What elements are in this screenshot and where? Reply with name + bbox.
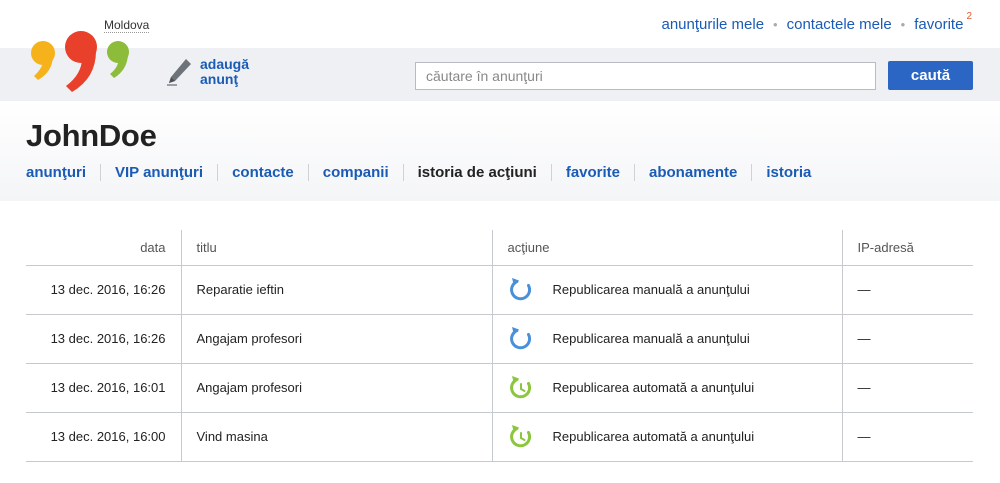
profile-tabs: anunţuri VIP anunţuri contacte companii …	[26, 164, 825, 181]
my-contacts-link[interactable]: contactele mele	[787, 16, 892, 33]
row-date: 13 dec. 2016, 16:00	[26, 412, 181, 462]
row-ip: —	[841, 314, 973, 364]
separator-dot: •	[900, 17, 906, 32]
page-title: JohnDoe	[26, 118, 157, 153]
table-header-row: data titlu acţiune IP-adresă	[26, 230, 973, 266]
auto-refresh-icon	[509, 424, 531, 447]
row-date: 13 dec. 2016, 16:26	[26, 265, 181, 315]
table-row: 13 dec. 2016, 16:01 Angajam profesori Re…	[26, 363, 973, 413]
favorites-link[interactable]: favorite	[914, 16, 963, 33]
column-header-title: titlu	[180, 230, 492, 266]
row-title: Angajam profesori	[180, 363, 492, 413]
column-header-date: data	[26, 230, 181, 266]
favorites-count-badge: 2	[966, 11, 972, 22]
table-row: 13 dec. 2016, 16:00 Vind masina Republic…	[26, 412, 973, 462]
tab-companies[interactable]: companii	[307, 164, 403, 181]
logo-green-quote-icon	[107, 41, 129, 78]
table-row: 13 dec. 2016, 16:26 Angajam profesori Re…	[26, 314, 973, 364]
add-ad-button[interactable]: adaugă anunţ	[166, 57, 260, 87]
row-action-label: Republicarea automată a anunţului	[552, 429, 755, 444]
manual-refresh-icon	[509, 277, 531, 300]
row-title: Vind masina	[180, 412, 492, 462]
row-action-label: Republicarea manuală a anunţului	[552, 282, 750, 297]
tab-history[interactable]: istoria	[751, 164, 825, 181]
tab-ads[interactable]: anunţuri	[26, 164, 100, 181]
row-action: Republicarea manuală a anunţului	[491, 265, 842, 315]
search-button[interactable]: caută	[888, 61, 973, 90]
tab-subscriptions[interactable]: abonamente	[634, 164, 751, 181]
row-action: Republicarea automată a anunţului	[491, 363, 842, 413]
tab-favorites[interactable]: favorite	[550, 164, 634, 181]
top-bar: Moldova anunţurile mele • contactele mel…	[0, 0, 1000, 48]
row-title: Reparatie ieftin	[180, 265, 492, 315]
logo-yellow-quote-icon	[31, 41, 55, 80]
row-date: 13 dec. 2016, 16:26	[26, 314, 181, 364]
manual-refresh-icon	[509, 326, 531, 349]
row-title: Angajam profesori	[180, 314, 492, 364]
auto-refresh-icon	[509, 375, 531, 398]
site-logo[interactable]	[26, 30, 136, 96]
row-ip: —	[841, 363, 973, 413]
action-history-table: data titlu acţiune IP-adresă 13 dec. 201…	[26, 230, 973, 462]
add-ad-label: adaugă anunţ	[200, 56, 250, 87]
column-header-action: acţiune	[491, 230, 842, 266]
separator-dot: •	[773, 17, 778, 32]
row-date: 13 dec. 2016, 16:01	[26, 363, 181, 413]
logo-red-quote-icon	[65, 31, 97, 92]
row-action-label: Republicarea manuală a anunţului	[552, 331, 750, 346]
search-input[interactable]	[415, 62, 876, 90]
row-action: Republicarea manuală a anunţului	[491, 314, 842, 364]
row-ip: —	[841, 265, 973, 315]
user-links: anunţurile mele • contactele mele • favo…	[661, 11, 972, 33]
column-header-ip: IP-adresă	[841, 230, 973, 266]
row-ip: —	[841, 412, 973, 462]
my-ads-link[interactable]: anunţurile mele	[661, 16, 764, 33]
tab-vip-ads[interactable]: VIP anunţuri	[100, 164, 217, 181]
table-row: 13 dec. 2016, 16:26 Reparatie ieftin Rep…	[26, 265, 973, 315]
row-action: Republicarea automată a anunţului	[491, 412, 842, 462]
pencil-icon	[167, 59, 191, 86]
tab-contacts[interactable]: contacte	[217, 164, 308, 181]
tab-action-history[interactable]: istoria de acţiuni	[402, 164, 551, 181]
row-action-label: Republicarea automată a anunţului	[552, 380, 755, 395]
